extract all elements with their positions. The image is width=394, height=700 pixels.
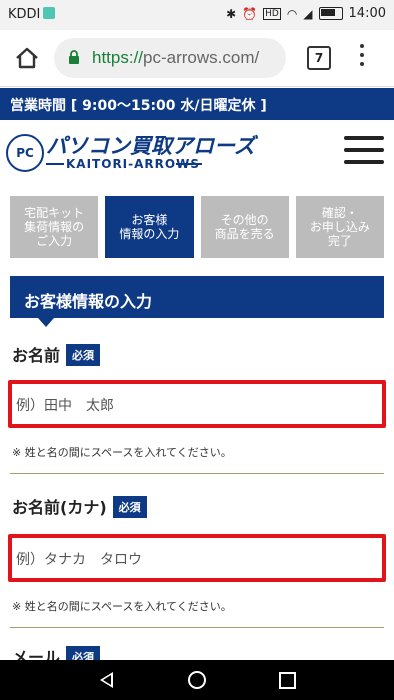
- browser-toolbar: https://pc-arrows.com/ 7: [0, 30, 394, 87]
- kana-label: お名前(カナ) 必須: [12, 494, 147, 518]
- section-title: お客様情報の入力: [24, 292, 153, 311]
- more-menu-icon[interactable]: [358, 44, 366, 72]
- site-logo[interactable]: PC パソコン買取アローズ KAITORI-ARROWS: [6, 130, 255, 174]
- url-text: https://pc-arrows.com/: [92, 48, 260, 67]
- notification-icon: [43, 7, 56, 19]
- home-nav-icon[interactable]: [188, 671, 206, 689]
- recents-icon[interactable]: [279, 672, 296, 689]
- clock: 14:00: [348, 6, 386, 21]
- divider: [10, 473, 384, 474]
- status-bar: KDDI ✱ ⏰ HD ◠ ◢ 14:00: [0, 0, 394, 30]
- required-badge: 必須: [66, 344, 101, 366]
- alarm-icon: ⏰: [242, 6, 258, 21]
- hd-icon: HD: [263, 7, 281, 20]
- required-badge: 必須: [112, 496, 147, 518]
- name-note: ※ 姓と名の間にスペースを入れてください。: [12, 446, 232, 459]
- business-hours-banner: 営業時間 [ 9:00〜15:00 水/日曜定休 ]: [0, 88, 394, 120]
- logo-arrow-line: [176, 163, 202, 165]
- system-nav-bar: [0, 660, 394, 700]
- bluetooth-icon: ✱: [226, 6, 237, 21]
- carrier-label: KDDI: [8, 7, 56, 22]
- wifi-icon: ◠: [286, 6, 298, 21]
- address-bar[interactable]: https://pc-arrows.com/: [54, 38, 286, 78]
- home-icon[interactable]: [14, 46, 40, 70]
- step-other-items: その他の 商品を売る: [200, 196, 289, 258]
- hamburger-menu-icon[interactable]: [344, 136, 384, 164]
- logo-pc-badge: PC: [6, 134, 44, 172]
- lock-icon: [69, 50, 79, 64]
- section-header: お客様情報の入力: [10, 276, 384, 327]
- logo-arrow-line: [46, 163, 64, 165]
- tab-switcher-button[interactable]: 7: [307, 46, 331, 70]
- step-customer-info: お客様 情報の入力: [105, 196, 194, 258]
- step-pickup-info: 宅配キット 集荷情報の ご入力: [10, 196, 99, 258]
- kana-note: ※ 姓と名の間にスペースを入れてください。: [12, 600, 232, 613]
- kana-input[interactable]: 例）タナカ タロウ: [8, 534, 386, 582]
- progress-steps: 宅配キット 集荷情報の ご入力 お客様 情報の入力 その他の 商品を売る 確認・…: [10, 196, 384, 258]
- signal-icon: ◢: [303, 6, 313, 21]
- name-input[interactable]: 例）田中 太郎: [8, 380, 386, 428]
- logo-title: パソコン買取アローズ: [46, 134, 255, 158]
- name-label: お名前 必須: [12, 342, 101, 366]
- step-confirm: 確認・ お申し込み 完了: [295, 196, 384, 258]
- battery-icon: [318, 7, 343, 20]
- divider: [10, 627, 384, 628]
